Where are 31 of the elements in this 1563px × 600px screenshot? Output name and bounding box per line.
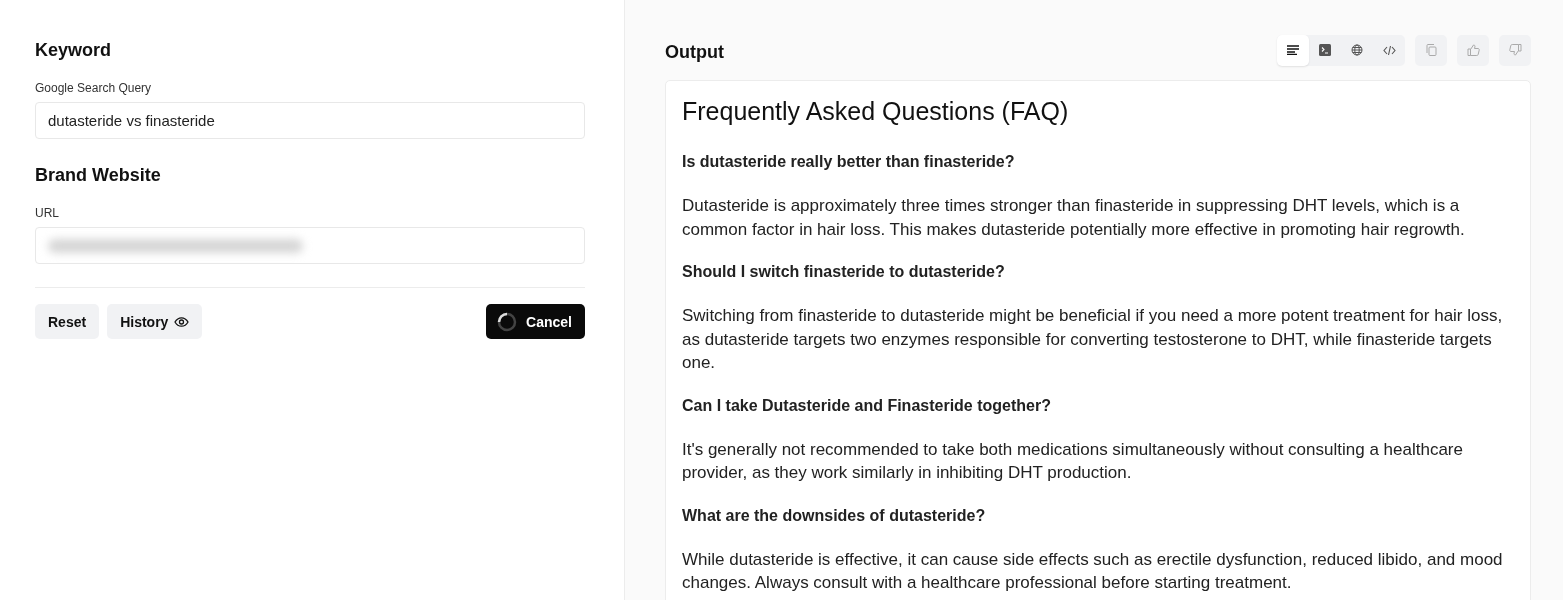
thumbs-down-icon xyxy=(1508,44,1522,56)
copy-icon xyxy=(1425,44,1437,56)
cancel-button[interactable]: Cancel xyxy=(486,304,585,339)
output-title: Output xyxy=(665,41,724,63)
reset-button[interactable]: Reset xyxy=(35,304,100,339)
faq-question: What are the downsides of dutasteride? xyxy=(682,505,987,526)
output-heading: Frequently Asked Questions (FAQ) xyxy=(682,97,1070,126)
terminal-icon xyxy=(1319,44,1331,56)
search-query-field[interactable]: dutasteride vs finasteride xyxy=(35,102,585,139)
field-label: Google Search Query xyxy=(35,81,152,95)
section-heading: Brand Website xyxy=(35,165,162,186)
faq-question: Can I take Dutasteride and Finasteride together? xyxy=(682,395,1052,416)
faq-answer: While dutasteride is effective, it can cause side effects such as erectile dysfunction, reduced libido, and mood changes. Always consult with a healthcare professional before starting treatment. xyxy=(682,548,1504,594)
dislike-button[interactable] xyxy=(1499,34,1531,66)
faq-answer: Dutasteride is approximately three times stronger than finasteride in suppressing DHT levels, which is a common factor in hair loss. This makes dutasteride potentially more effective in promoting hair regrowth. xyxy=(682,195,1466,241)
view-tab[interactable] xyxy=(1277,34,1309,66)
field-label: URL xyxy=(35,206,59,220)
thumbs-up-icon xyxy=(1466,44,1480,56)
code-icon xyxy=(1382,44,1396,56)
faq-answer: Switching from finasteride to dutasteride might be beneficial if you need a more potent treatment for hair loss, as dutasteride targets two enzymes responsible for converting testosterone to DHT, while finasteride targets one. xyxy=(682,305,1504,374)
faq-question: Should I switch finasteride to dutasteride? xyxy=(682,262,1006,282)
history-button[interactable]: History xyxy=(107,304,203,339)
faq-question: Is dutasteride really better than finasteride? xyxy=(682,152,1016,172)
faq-answer: It's generally not recommended to take both medications simultaneously without consulting a healthcare provider, as they work similarly in inhibiting DHT production. xyxy=(682,438,1464,484)
url-field[interactable] xyxy=(35,227,585,264)
spinner-icon xyxy=(497,311,518,332)
align-left-icon xyxy=(1287,45,1299,55)
eye-icon xyxy=(174,316,190,327)
section-heading: Keyword xyxy=(35,40,113,61)
globe-icon xyxy=(1351,44,1363,56)
like-button[interactable] xyxy=(1457,34,1489,66)
